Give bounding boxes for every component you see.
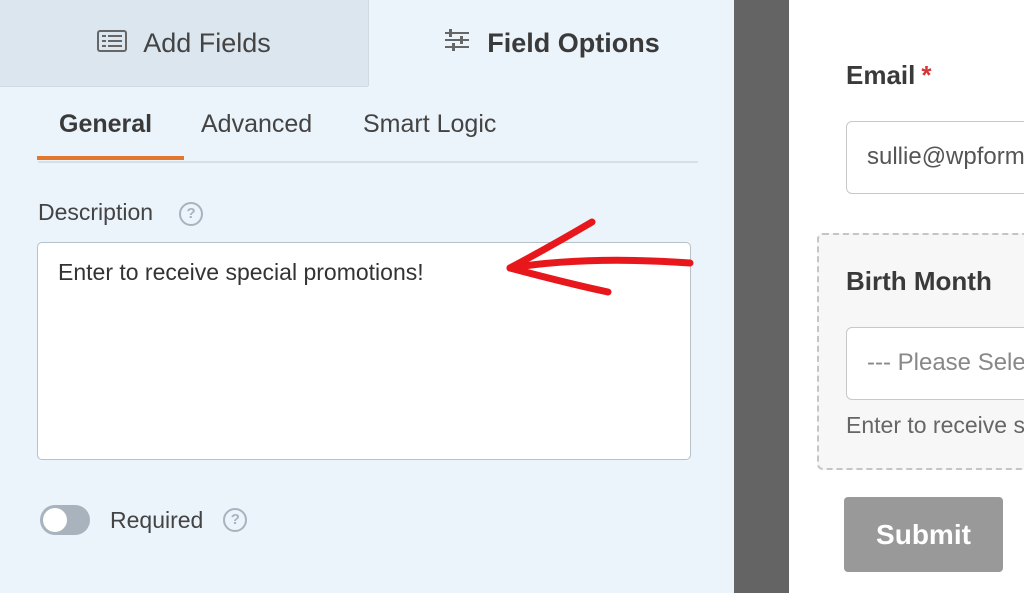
tab-field-options[interactable]: Field Options bbox=[369, 0, 734, 86]
birth-month-label: Birth Month bbox=[846, 266, 992, 296]
tab-add-fields-label: Add Fields bbox=[143, 27, 271, 58]
email-label-text: Email bbox=[846, 60, 916, 90]
subtab-advanced[interactable]: Advanced bbox=[201, 110, 312, 139]
field-description: Enter to receive special promotions! bbox=[846, 412, 1024, 438]
sliders-icon bbox=[443, 28, 471, 59]
description-label-row: Description? bbox=[38, 199, 204, 226]
email-field-label: Email * bbox=[846, 60, 932, 91]
subtab-bar: General Advanced Smart Logic bbox=[37, 100, 698, 163]
subtab-smart-logic[interactable]: Smart Logic bbox=[363, 110, 496, 139]
help-icon[interactable]: ? bbox=[179, 201, 204, 226]
email-input[interactable]: sullie@wpforms.com bbox=[846, 121, 1024, 194]
tab-add-fields[interactable]: Add Fields bbox=[0, 0, 368, 87]
required-star: * bbox=[921, 60, 932, 90]
required-label: Required bbox=[110, 506, 204, 533]
toggle-knob bbox=[43, 508, 67, 532]
field-options-panel: Add Fields Field Options General Advance… bbox=[0, 0, 734, 593]
submit-button[interactable]: Submit bbox=[844, 497, 1003, 572]
required-row: Required? bbox=[40, 505, 248, 535]
description-label: Description bbox=[38, 199, 154, 225]
annotation-arrow-icon bbox=[506, 218, 694, 296]
tab-field-options-label: Field Options bbox=[487, 27, 660, 58]
list-icon bbox=[97, 28, 128, 59]
help-icon[interactable]: ? bbox=[223, 508, 248, 532]
birth-month-select[interactable]: --- Please Select --- bbox=[846, 327, 1024, 400]
panel-divider bbox=[734, 0, 789, 593]
required-toggle[interactable] bbox=[40, 505, 90, 535]
form-preview: Email* sullie@wpforms.com Birth Month --… bbox=[789, 0, 1024, 593]
subtab-general[interactable]: General bbox=[59, 110, 152, 139]
active-subtab-indicator bbox=[37, 156, 184, 160]
